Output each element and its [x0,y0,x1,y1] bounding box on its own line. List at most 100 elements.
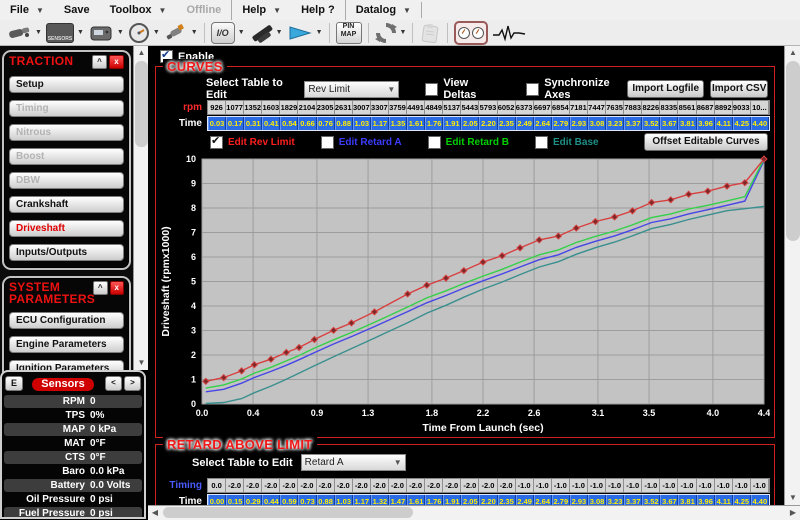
time-cell[interactable]: 1.03 [353,117,371,130]
sidebar-scrollbar[interactable]: ▲ ▼ [133,46,149,370]
edit-curve-checkbox[interactable] [321,136,334,149]
sidebar-item[interactable]: Inputs/Outputs [9,244,124,261]
sidebar-item[interactable]: Crankshaft [9,196,124,213]
time-cell[interactable]: 2.64 [534,117,552,130]
sidebar-item[interactable]: Timing [9,100,124,117]
time-cell[interactable]: 3.52 [642,117,660,130]
timing-cell[interactable]: -1.0 [606,479,624,492]
timing-cell[interactable]: -2.0 [335,479,353,492]
menu-item[interactable]: Save ▼ [54,0,100,20]
rpm-cell[interactable]: 7181 [570,101,588,114]
synchronize-axes-checkbox[interactable] [526,83,539,96]
time-cell[interactable]: 0.03 [208,117,226,130]
rpm-cell[interactable]: 5137 [443,101,461,114]
rpm-cell[interactable]: 10... [751,101,769,114]
rpm-cell[interactable]: 3759 [389,101,407,114]
time-cell[interactable]: 2.20 [479,117,497,130]
timing-cell[interactable]: -2.0 [425,479,443,492]
timing-cell[interactable]: -2.0 [280,479,298,492]
time-cell[interactable]: 1.35 [389,117,407,130]
edit-curve-control[interactable]: Edit Rev Limit [210,136,295,149]
close-icon[interactable]: x [109,55,124,69]
rpm-cell[interactable]: 4849 [425,101,443,114]
time-cell[interactable]: 1.61 [407,117,425,130]
offset-editable-curves-button[interactable]: Offset Editable Curves [644,133,768,151]
view-deltas-checkbox[interactable] [425,83,438,96]
edit-curve-checkbox[interactable] [428,136,441,149]
time-cell[interactable]: 0.54 [280,117,298,130]
driveshaft-chart[interactable]: 0.00.40.91.31.82.22.63.13.54.04.40123456… [158,153,770,439]
time-cell[interactable]: 0.88 [335,117,353,130]
rpm-cell[interactable]: 2631 [335,101,353,114]
sidebar-item[interactable]: DBW [9,172,124,189]
fan-tool[interactable]: ▼ [287,21,323,45]
time-cell[interactable]: 0.66 [298,117,316,130]
time-cell[interactable]: 2.93 [570,117,588,130]
rpm-cell[interactable]: 8561 [678,101,696,114]
time-cell[interactable]: 4.25 [733,117,751,130]
timing-cell[interactable]: -1.0 [697,479,715,492]
timing-cell[interactable]: -2.0 [262,479,280,492]
belt-tool[interactable]: ▼ [249,21,283,45]
timing-cell[interactable]: -2.0 [479,479,497,492]
rpm-cell[interactable]: 2104 [298,101,316,114]
time-cell[interactable]: 2.05 [461,117,479,130]
time-cell[interactable]: 4.11 [715,117,733,130]
timing-cell[interactable]: -2.0 [389,479,407,492]
edit-curve-control[interactable]: Edit Base [535,136,599,149]
time-cell[interactable]: 3.37 [624,117,642,130]
rpm-cell[interactable]: 7883 [624,101,642,114]
rpm-cell[interactable]: 6854 [552,101,570,114]
edit-curve-checkbox[interactable] [210,136,223,149]
rpm-cell[interactable]: 1829 [280,101,298,114]
rpm-cell[interactable]: 9033 [733,101,751,114]
timing-cell[interactable]: -1.0 [642,479,660,492]
timing-cell[interactable]: -1.0 [751,479,769,492]
timing-cell[interactable]: -1.0 [660,479,678,492]
timing-cell[interactable]: -2.0 [298,479,316,492]
rpm-cell[interactable]: 926 [208,101,226,114]
gauges-tool[interactable] [454,21,488,45]
timing-cell[interactable]: -1.0 [516,479,534,492]
timing-cell[interactable]: -1.0 [534,479,552,492]
timing-cell[interactable]: -2.0 [498,479,516,492]
timing-cell[interactable]: -1.0 [624,479,642,492]
time-cell[interactable]: 0.41 [262,117,280,130]
time-cell[interactable]: 2.79 [552,117,570,130]
pulse-tool[interactable] [492,21,526,45]
menu-item[interactable]: Offline ▼ [176,0,231,20]
menu-item[interactable]: Help ? ▼ [291,0,345,20]
rpm-cell[interactable]: 7635 [606,101,624,114]
timing-cell[interactable]: -2.0 [317,479,335,492]
collapse-button[interactable]: ^ [92,55,107,69]
time-cell[interactable]: 2.49 [516,117,534,130]
time-cell[interactable]: 0.17 [226,117,244,130]
time-cell[interactable]: 3.08 [588,117,606,130]
edit-curve-checkbox[interactable] [535,136,548,149]
prev-page-button[interactable]: < [105,376,122,391]
rpm-cell[interactable]: 1603 [262,101,280,114]
view-deltas-control[interactable]: View Deltas [425,77,496,101]
sidebar-item[interactable]: ECU Configuration [9,312,124,329]
gauge-tool[interactable]: ▼ [128,21,160,45]
rpm-cell[interactable]: 8226 [642,101,660,114]
scroll-down-icon[interactable]: ▼ [134,356,149,370]
rpm-cell[interactable]: 8687 [697,101,715,114]
handheld-tool[interactable]: ▼ [88,21,124,45]
e-button[interactable]: E [5,376,23,391]
timing-cell[interactable]: -1.0 [733,479,751,492]
sidebar-item[interactable]: Boost [9,148,124,165]
rpm-cell[interactable]: 5793 [479,101,497,114]
sensors-tool[interactable]: SENSORS ▼ [46,21,84,45]
time-cell[interactable]: 3.96 [697,117,715,130]
edit-curve-control[interactable]: Edit Retard B [428,136,509,149]
retard-table-select[interactable]: Retard A ▼ [301,454,406,471]
timing-cell[interactable]: -2.0 [407,479,425,492]
rpm-cell[interactable]: 1077 [226,101,244,114]
collapse-button[interactable]: ^ [93,281,108,295]
menu-item[interactable]: Datalog ▼ [345,0,421,20]
timing-cell[interactable]: -1.0 [588,479,606,492]
timing-cell[interactable]: -2.0 [353,479,371,492]
sidebar-item[interactable]: Nitrous [9,124,124,141]
timing-cell[interactable]: -2.0 [244,479,262,492]
